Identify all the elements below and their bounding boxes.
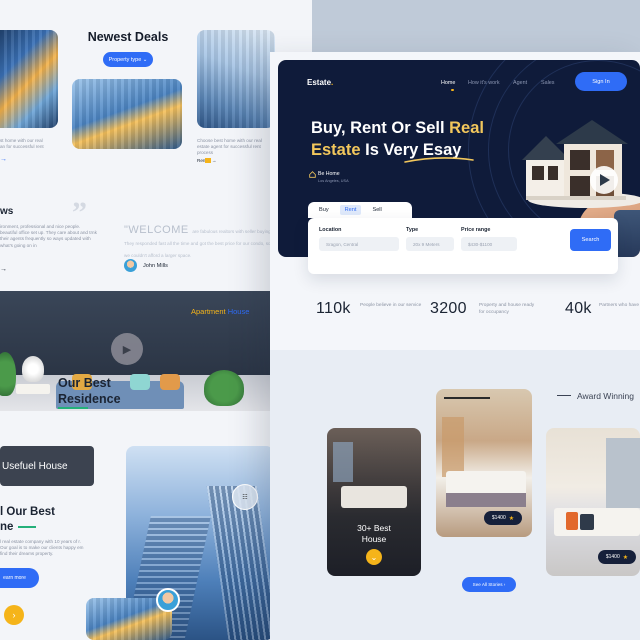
window [606, 438, 640, 508]
best-house-arrow-button[interactable]: ⌄ [366, 549, 382, 565]
location-field[interactable]: Sragon, Central [319, 237, 399, 251]
ceiling-fan [444, 397, 490, 399]
useful-house-card: Usefuel House [0, 446, 94, 486]
see-all-stories-button[interactable]: See All Stories › [462, 577, 516, 592]
right-deal-link[interactable]: Ren__ → [197, 158, 216, 164]
stat-text-people: People believe in our service [360, 303, 422, 308]
building-photo-right [197, 30, 275, 128]
nav-agent[interactable]: Agent [513, 80, 527, 86]
star-icon: ★ [622, 554, 629, 561]
learn-more-button[interactable]: earn more [0, 568, 39, 588]
type-label: Type [406, 227, 419, 233]
nav-sales[interactable]: Sales [541, 80, 555, 86]
author-name: John Mills [143, 263, 168, 269]
chevron-down-icon: ⌄ [370, 552, 378, 562]
stat-number-partners: 40k [565, 300, 592, 317]
nav-active-indicator [451, 89, 454, 91]
award-line [557, 395, 571, 396]
next-arrow-button[interactable]: › [4, 605, 24, 625]
sign-in-button[interactable]: Sign In [575, 72, 627, 91]
bed [341, 486, 407, 508]
dark-pillow [580, 514, 594, 530]
left-deal-text: st home with our real an for successful … [0, 138, 44, 150]
side-table [16, 384, 50, 394]
residence-title: Our Best Residence [58, 376, 121, 406]
building-photo-center [72, 79, 182, 149]
search-tabs: Buy Rent Sell [308, 202, 412, 218]
welcome-testimonial: "WELCOME are fabulous realtors with sell… [124, 224, 272, 258]
chevron-right-icon: › [12, 610, 16, 620]
be-home-label: Be Home [318, 171, 340, 177]
best-house-label: 30+ Best House [357, 523, 391, 544]
newest-deals-title: Newest Deals [87, 30, 169, 44]
tower-badge: ☷ [232, 484, 258, 510]
agent-avatar [156, 588, 180, 612]
tab-rent[interactable]: Rent [339, 205, 362, 215]
price-badge: $1400 ★ [484, 511, 522, 525]
be-home-location: Los Angeles, USA [318, 179, 349, 183]
headline-underline [404, 157, 474, 163]
price-range-field[interactable]: $430-$1100 [461, 237, 517, 251]
tab-sell[interactable]: Sell [367, 205, 386, 215]
pillow-orange [160, 374, 180, 390]
home-icon [309, 171, 316, 178]
left-deal-arrow[interactable]: → [0, 156, 7, 163]
location-label: Location [319, 227, 342, 233]
pillow-teal [130, 374, 150, 390]
news-heading: ws [0, 206, 14, 217]
bed-runner [446, 493, 526, 507]
background-mockup: Newest Deals Property type ⌄ st home wit… [0, 0, 312, 640]
apartment-label: Apartment House [191, 307, 250, 316]
author-avatar [124, 259, 137, 272]
residence-title-underline [58, 407, 88, 409]
property-type-button[interactable]: Property type ⌄ [103, 52, 153, 67]
stat-number-people: 110k [316, 300, 351, 317]
price-badge: $1400 ★ [598, 550, 636, 564]
right-deal-text: Choose best home with our real estate ag… [197, 138, 262, 156]
our-best-heading: l Our Best ne [0, 506, 55, 533]
testimonial-arrow[interactable]: → [0, 266, 7, 273]
flower-plant [22, 356, 44, 382]
nav-home[interactable]: Home [441, 80, 455, 86]
search-button[interactable]: Search [570, 229, 611, 251]
our-best-description: l real estate company with 10 years of r… [0, 539, 84, 557]
video-play-button[interactable]: ▶ [111, 333, 143, 365]
stat-text-partners: Partners who have worked with us [599, 303, 640, 308]
star-icon: ★ [508, 515, 515, 522]
play-icon: ▶ [122, 343, 132, 356]
curtain [442, 417, 464, 477]
residence-card-bedroom-1[interactable]: $1400 ★ [436, 389, 532, 537]
building-photo-left [0, 30, 58, 128]
tab-buy[interactable]: Buy [314, 205, 334, 215]
window [333, 442, 353, 482]
award-winning-label: Award Winning [577, 391, 635, 401]
nav-how-it-works[interactable]: How it's work [468, 80, 500, 86]
type-field[interactable]: 20x 9 Meters [406, 237, 454, 251]
price-range-label: Price range [461, 227, 491, 233]
background-strip [312, 0, 640, 52]
residence-card-best-house[interactable]: 30+ Best House ⌄ [327, 428, 421, 576]
stat-text-property: Property and house ready for occupancy [479, 303, 535, 315]
our-best-underline [18, 526, 36, 528]
search-card: Location Sragon, Central Type 20x 9 Mete… [308, 218, 618, 274]
logo[interactable]: Estate. [307, 78, 333, 87]
testimonial-left-text: ironment, professional and nice people. … [0, 224, 97, 248]
plant-right [204, 370, 244, 406]
residence-card-bedroom-2[interactable]: $1400 ★ [546, 428, 640, 576]
stat-number-property: 3200 [430, 300, 467, 317]
orange-pillow [566, 512, 578, 530]
